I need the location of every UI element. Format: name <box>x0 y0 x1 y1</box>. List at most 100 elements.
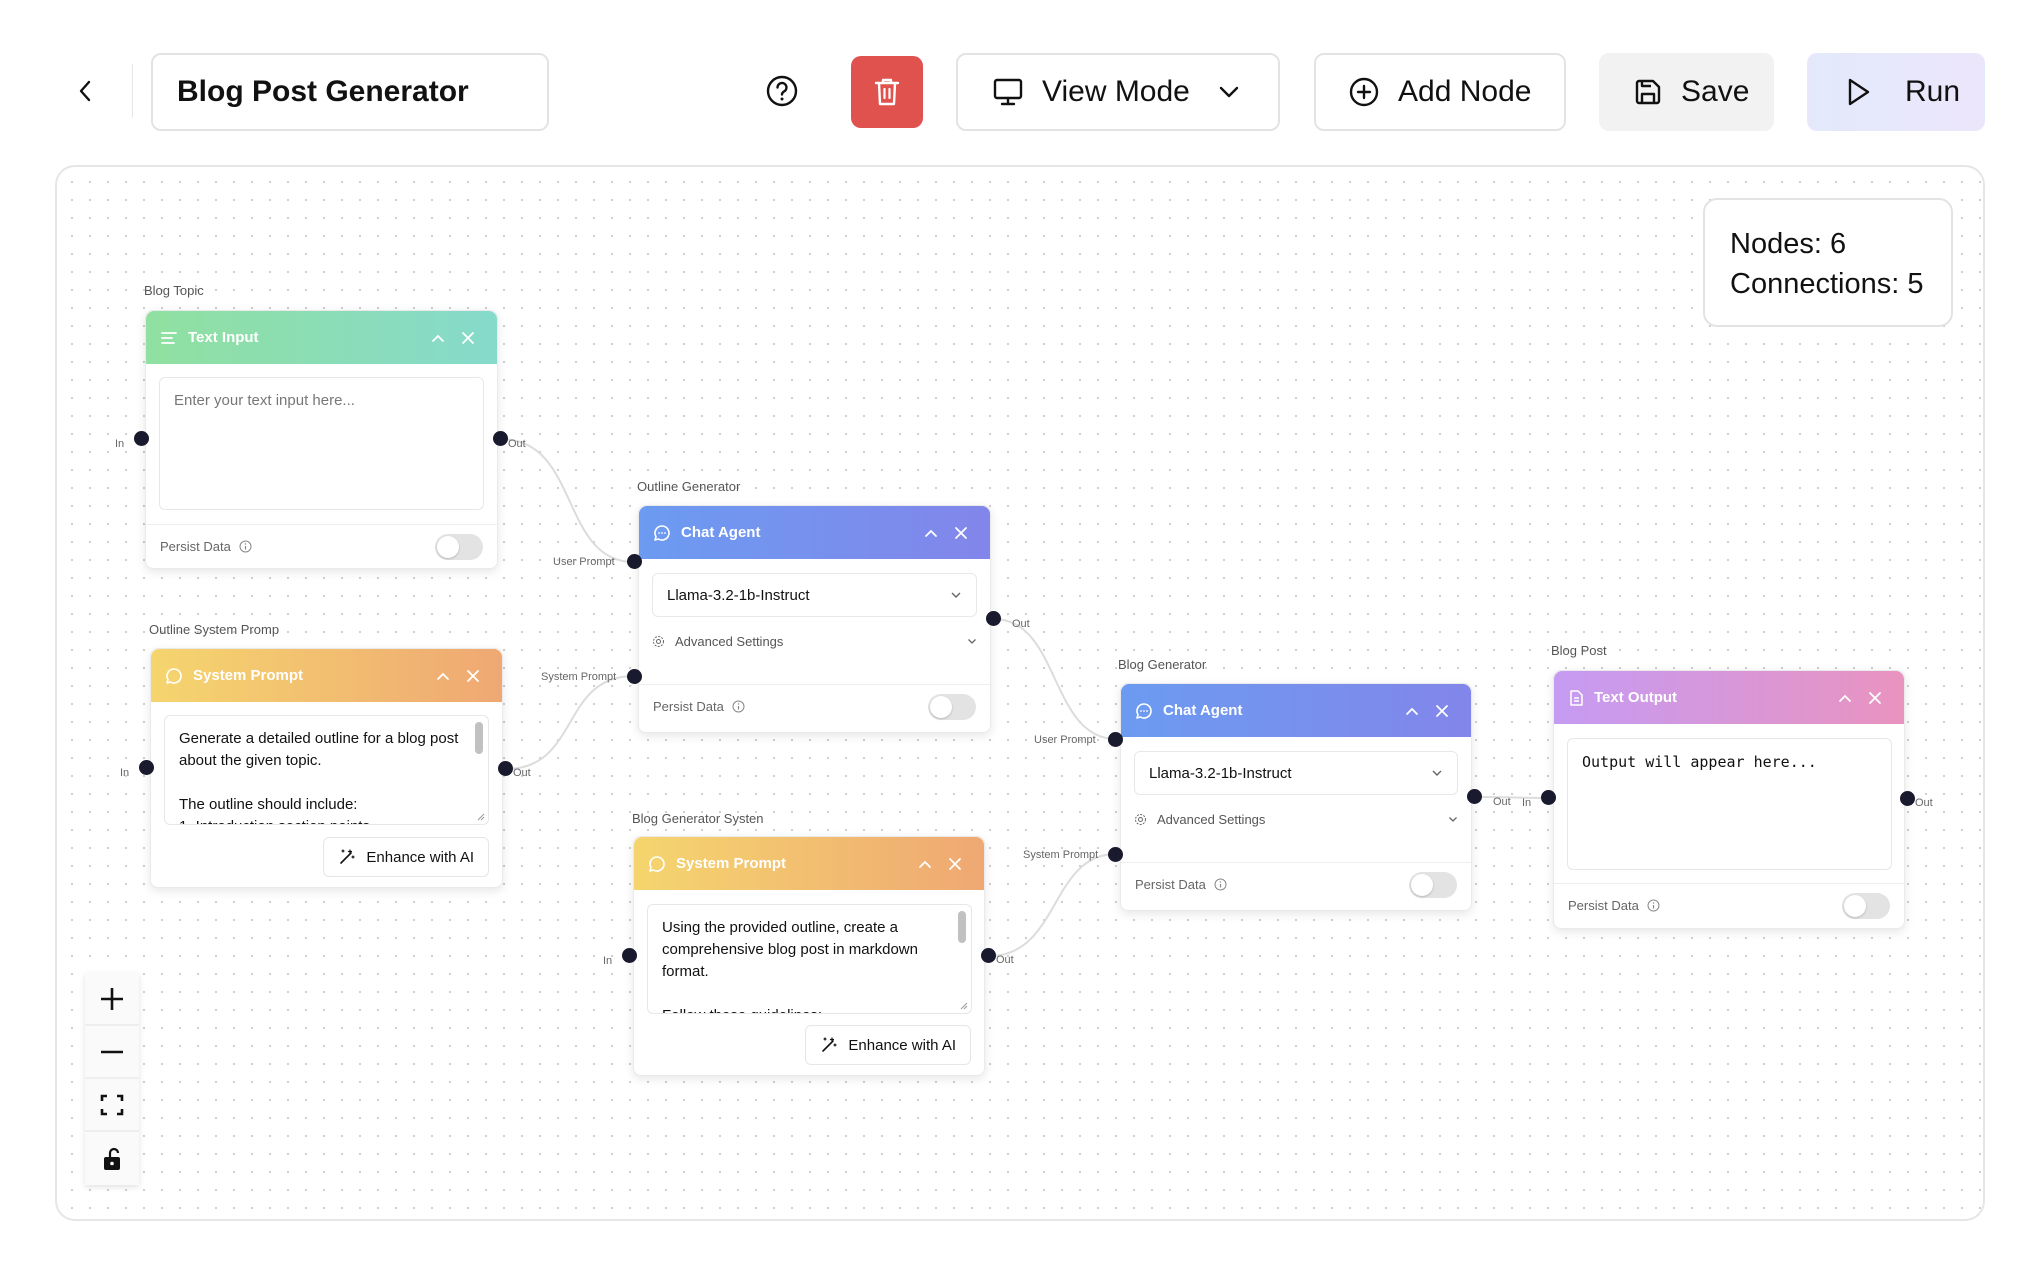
chat-agent-node[interactable]: Chat Agent Llama-3.2-1b-Instruct Advance… <box>638 505 991 733</box>
chevron-down-icon <box>1449 817 1457 822</box>
text-output-node[interactable]: Text Output Output will appear here... P… <box>1553 670 1905 929</box>
text-input-placeholder: Enter your text input here... <box>174 392 355 409</box>
port-user-prompt-label: User Prompt <box>553 556 615 568</box>
persist-data-toggle[interactable] <box>435 534 483 560</box>
model-select[interactable]: Llama-3.2-1b-Instruct <box>1134 751 1458 795</box>
delete-button[interactable] <box>851 56 923 128</box>
port-in-label: In <box>603 955 613 967</box>
port-out[interactable] <box>493 431 508 446</box>
text-input-field[interactable]: Enter your text input here... <box>159 377 484 510</box>
minus-icon <box>101 1050 123 1053</box>
close-node-button[interactable] <box>940 849 970 879</box>
collapse-button[interactable] <box>1830 683 1860 713</box>
zoom-in-button[interactable] <box>85 973 139 1026</box>
node-header[interactable]: Chat Agent <box>1121 684 1471 737</box>
add-node-button[interactable]: Add Node <box>1314 53 1566 131</box>
collapse-button[interactable] <box>910 849 940 879</box>
enhance-with-ai-button[interactable]: Enhance with AI <box>323 837 489 877</box>
system-prompt-textarea[interactable]: Generate a detailed outline for a blog p… <box>164 715 489 825</box>
port-out[interactable] <box>1467 789 1482 804</box>
advanced-settings-toggle[interactable]: Advanced Settings <box>1134 812 1458 827</box>
chevron-down-icon <box>951 592 961 598</box>
connection-count: Connections: 5 <box>1730 268 1924 300</box>
lock-toggle-button[interactable] <box>85 1132 139 1185</box>
run-button[interactable]: Run <box>1807 53 1985 131</box>
fit-view-icon <box>100 1094 124 1115</box>
resize-handle-icon[interactable] <box>959 1001 968 1010</box>
node-header[interactable]: System Prompt <box>151 649 502 702</box>
port-system-prompt[interactable] <box>627 669 642 684</box>
system-prompt-node[interactable]: System Prompt Generate a detailed outlin… <box>150 648 503 888</box>
model-select[interactable]: Llama-3.2-1b-Instruct <box>652 573 977 617</box>
model-value: Llama-3.2-1b-Instruct <box>1149 764 1292 782</box>
close-node-button[interactable] <box>1860 683 1890 713</box>
system-prompt-node[interactable]: System Prompt Using the provided outline… <box>633 836 985 1076</box>
chevron-up-icon <box>925 529 937 537</box>
node-type-title: System Prompt <box>193 667 304 684</box>
advanced-settings-toggle[interactable]: Advanced Settings <box>652 634 977 649</box>
output-display: Output will appear here... <box>1567 738 1892 870</box>
help-button[interactable] <box>760 69 804 113</box>
persist-data-toggle[interactable] <box>928 694 976 720</box>
persist-data-toggle[interactable] <box>1842 893 1890 919</box>
node-header[interactable]: Chat Agent <box>639 506 990 559</box>
divider <box>146 524 497 525</box>
collapse-button[interactable] <box>423 323 453 353</box>
file-text-icon <box>1570 689 1583 706</box>
system-prompt-text: Generate a detailed outline for a blog p… <box>179 730 459 824</box>
port-in[interactable] <box>1541 790 1556 805</box>
chevron-up-icon <box>437 672 449 680</box>
chat-agent-node[interactable]: Chat Agent Llama-3.2-1b-Instruct Advance… <box>1120 683 1472 911</box>
close-node-button[interactable] <box>1427 696 1457 726</box>
zoom-out-button[interactable] <box>85 1026 139 1079</box>
port-out[interactable] <box>1900 791 1915 806</box>
close-icon <box>955 526 967 539</box>
port-in[interactable] <box>134 431 149 446</box>
node-header[interactable]: System Prompt <box>634 837 984 890</box>
close-node-button[interactable] <box>453 323 483 353</box>
persist-data-label: Persist Data <box>653 699 724 714</box>
workflow-title-input[interactable]: Blog Post Generator <box>151 53 549 131</box>
node-header[interactable]: Text Output <box>1554 671 1904 724</box>
close-icon <box>467 669 479 682</box>
collapse-button[interactable] <box>916 518 946 548</box>
resize-handle-icon[interactable] <box>476 812 485 821</box>
port-out[interactable] <box>981 948 996 963</box>
persist-data-label: Persist Data <box>1135 877 1206 892</box>
chat-bubble-icon <box>654 524 670 541</box>
port-in[interactable] <box>622 948 637 963</box>
scrollbar[interactable] <box>475 722 483 754</box>
magic-wand-icon <box>340 849 356 864</box>
node-header[interactable]: Text Input <box>146 311 497 364</box>
close-node-button[interactable] <box>458 661 488 691</box>
persist-data-toggle[interactable] <box>1409 872 1457 898</box>
fit-view-button[interactable] <box>85 1079 139 1132</box>
port-system-prompt[interactable] <box>1108 847 1123 862</box>
port-out[interactable] <box>986 611 1001 626</box>
back-button[interactable] <box>66 70 106 112</box>
system-prompt-textarea[interactable]: Using the provided outline, create a com… <box>647 904 972 1014</box>
collapse-button[interactable] <box>1397 696 1427 726</box>
toggle-knob <box>930 696 952 718</box>
port-out-label: Out <box>1493 796 1511 808</box>
port-in[interactable] <box>139 760 154 775</box>
text-input-node[interactable]: Text Input Enter your text input here...… <box>145 310 498 569</box>
port-out[interactable] <box>498 761 513 776</box>
scrollbar[interactable] <box>958 911 966 943</box>
view-mode-dropdown[interactable]: View Mode <box>956 53 1280 131</box>
toggle-knob <box>1411 874 1433 896</box>
enhance-with-ai-button[interactable]: Enhance with AI <box>805 1025 971 1065</box>
collapse-button[interactable] <box>428 661 458 691</box>
close-node-button[interactable] <box>946 518 976 548</box>
port-user-prompt[interactable] <box>627 554 642 569</box>
enhance-label: Enhance with AI <box>366 848 474 866</box>
persist-data-label: Persist Data <box>160 539 231 554</box>
divider <box>132 64 133 118</box>
port-user-prompt[interactable] <box>1108 732 1123 747</box>
save-button[interactable]: Save <box>1599 53 1774 131</box>
port-out-label: Out <box>1012 618 1030 630</box>
advanced-settings-label: Advanced Settings <box>675 634 784 649</box>
add-node-label: Add Node <box>1398 75 1532 108</box>
port-user-prompt-label: User Prompt <box>1034 734 1096 746</box>
node-label: Blog Topic <box>144 283 204 298</box>
